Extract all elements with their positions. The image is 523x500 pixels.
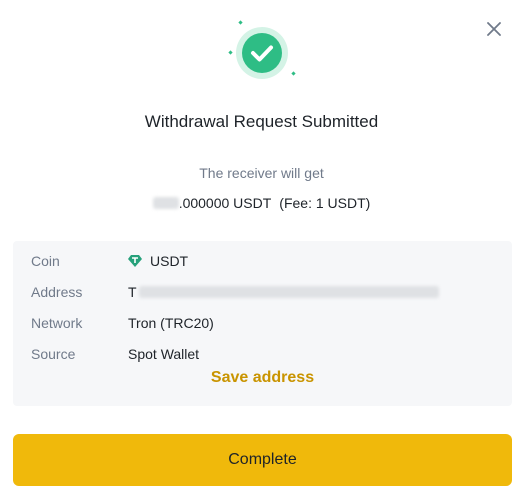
save-address-link[interactable]: Save address xyxy=(13,369,512,387)
network-value: Tron (TRC20) xyxy=(128,315,214,331)
amount-line: .000000 USDT (Fee: 1 USDT) xyxy=(0,195,523,211)
detail-row-coin: Coin USDT xyxy=(31,251,188,271)
address-prefix: T xyxy=(128,284,137,300)
withdrawal-details-panel: Coin USDT Address T Network Tron (TRC20)… xyxy=(13,241,512,406)
detail-row-address: Address T xyxy=(31,282,439,302)
coin-value: USDT xyxy=(150,253,189,269)
close-button[interactable] xyxy=(482,17,506,41)
amount-redacted xyxy=(152,197,179,209)
detail-row-network: Network Tron (TRC20) xyxy=(31,313,214,333)
address-redacted xyxy=(138,286,439,298)
success-check-icon xyxy=(228,20,296,79)
amount-value: .000000 USDT xyxy=(178,195,272,211)
success-illustration xyxy=(222,18,302,88)
receiver-label: The receiver will get xyxy=(199,165,324,181)
close-icon xyxy=(487,22,501,36)
address-label: Address xyxy=(31,284,83,300)
detail-row-source: Source Spot Wallet xyxy=(31,344,199,364)
source-value: Spot Wallet xyxy=(128,346,200,362)
network-label: Network xyxy=(31,315,83,331)
dialog-title: Withdrawal Request Submitted xyxy=(144,112,379,131)
tether-diamond-icon xyxy=(128,255,142,267)
coin-label: Coin xyxy=(31,253,60,269)
complete-button[interactable]: Complete xyxy=(13,434,512,486)
source-label: Source xyxy=(31,346,76,362)
fee-text: (Fee: 1 USDT) xyxy=(279,195,371,211)
